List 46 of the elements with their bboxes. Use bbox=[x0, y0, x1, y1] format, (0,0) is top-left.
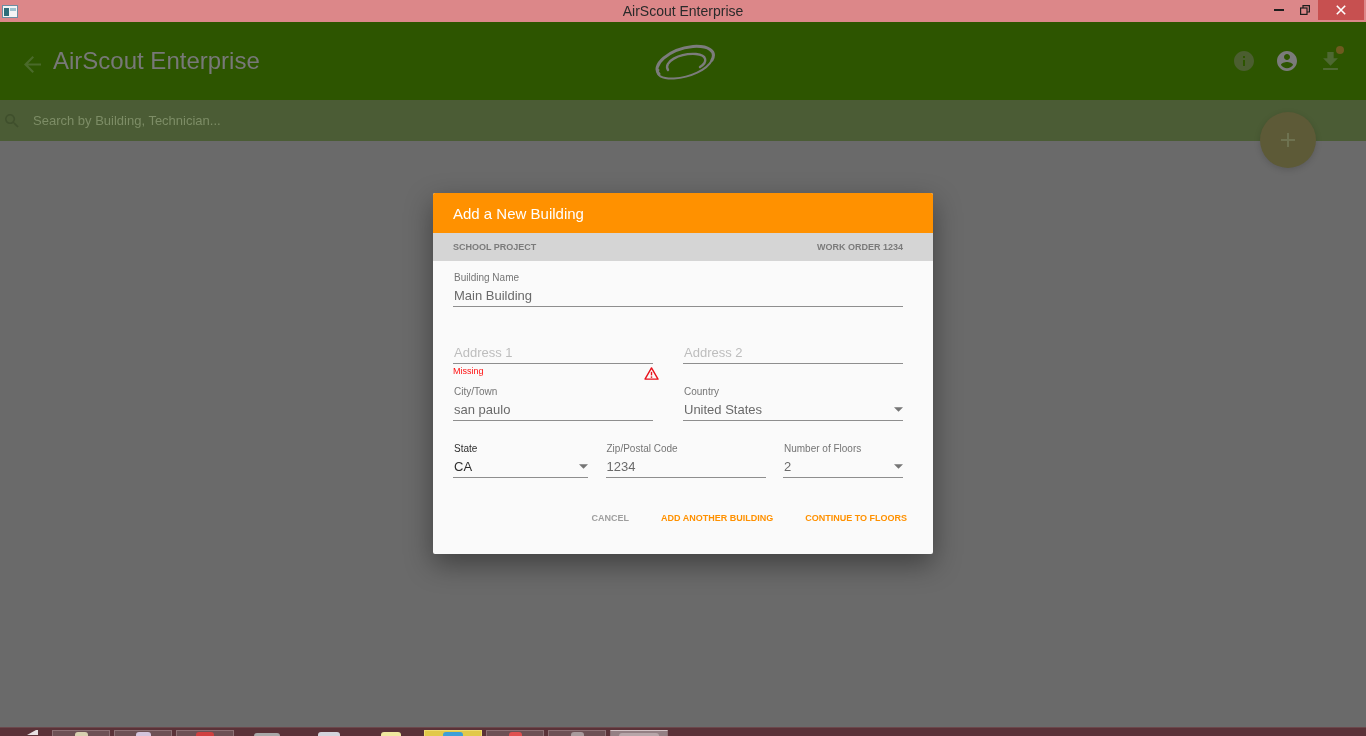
app-icon bbox=[570, 732, 584, 736]
app-window-icon bbox=[2, 4, 18, 18]
caret-icon bbox=[894, 406, 903, 412]
app-icon bbox=[196, 732, 214, 736]
plus-icon bbox=[1281, 133, 1295, 147]
field-label: Number of Floors bbox=[783, 443, 863, 455]
field-label: Country bbox=[683, 386, 720, 398]
dropdown[interactable]: CA bbox=[453, 455, 588, 478]
app-icon bbox=[443, 732, 463, 736]
close-icon bbox=[1336, 5, 1346, 15]
dropdown[interactable]: 2 bbox=[783, 455, 903, 478]
app-icon bbox=[318, 732, 340, 736]
error-message: Missing bbox=[453, 366, 484, 377]
back-arrow-icon[interactable] bbox=[24, 55, 41, 73]
app-icon bbox=[619, 733, 659, 736]
input-field[interactable]: Address 2 bbox=[683, 341, 903, 364]
account-icon[interactable] bbox=[1277, 51, 1297, 71]
warning-icon bbox=[644, 367, 659, 380]
app-icon bbox=[74, 732, 88, 736]
app-icon bbox=[254, 733, 280, 736]
window-title: AirScout Enterprise bbox=[622, 2, 744, 21]
field-label: State bbox=[453, 443, 479, 455]
input-field[interactable]: san paulo bbox=[453, 398, 653, 421]
taskbar-button[interactable] bbox=[52, 730, 110, 736]
app-title: AirScout Enterprise bbox=[53, 47, 260, 75]
app-icon bbox=[381, 732, 401, 736]
minimize-icon bbox=[1274, 9, 1284, 11]
caret-icon bbox=[579, 463, 588, 469]
notification-dot-icon bbox=[1336, 46, 1344, 54]
app-icon bbox=[508, 732, 522, 736]
app-icon bbox=[135, 732, 151, 736]
taskbar-button[interactable] bbox=[114, 730, 172, 736]
input-field[interactable]: Main Building bbox=[453, 284, 903, 307]
dialog-title: Add a New Building bbox=[453, 204, 584, 222]
work-order: WORK ORDER 1234 bbox=[816, 242, 903, 252]
dropdown[interactable]: United States bbox=[683, 398, 903, 421]
restore-icon bbox=[1300, 5, 1310, 15]
caret-icon bbox=[894, 463, 903, 469]
start-icon[interactable] bbox=[27, 730, 38, 735]
project-name: SCHOOL PROJECT bbox=[453, 242, 537, 252]
input-field[interactable]: 1234 bbox=[605, 455, 766, 478]
input-field[interactable]: Address 1 bbox=[453, 341, 653, 364]
field-label: Zip/Postal Code bbox=[605, 443, 679, 455]
field-label: City/Town bbox=[453, 386, 499, 398]
download-icon[interactable] bbox=[1323, 52, 1338, 70]
field-label: Building Name bbox=[453, 272, 521, 284]
